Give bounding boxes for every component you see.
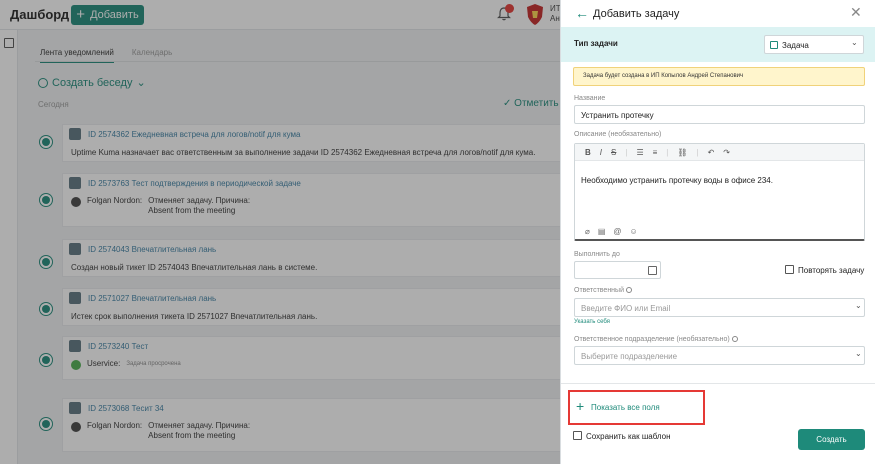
footer-divider xyxy=(561,383,875,384)
italic-icon[interactable]: I xyxy=(600,148,602,157)
due-date-label: Выполнить до xyxy=(574,251,620,258)
image-icon[interactable]: ▤ xyxy=(598,227,606,236)
task-type-label: Тип задачи xyxy=(574,39,618,48)
create-button[interactable]: Создать xyxy=(798,429,865,450)
toolbar-separator: | xyxy=(666,147,669,157)
task-type-select[interactable]: Задача ⌄ xyxy=(764,35,864,54)
help-icon[interactable] xyxy=(626,287,632,294)
undo-icon[interactable]: ↶ xyxy=(708,148,715,157)
responsible-field[interactable]: Введите ФИО или Email ⌄ xyxy=(574,298,865,317)
department-select[interactable]: Выберите подразделение ⌄ xyxy=(574,346,865,365)
org-notice: Задача будет создана в ИП Копылов Андрей… xyxy=(573,67,865,86)
save-template-label[interactable]: Сохранить как шаблон xyxy=(586,432,671,441)
add-task-panel: ← Добавить задачу ✕ Тип задачи Задача ⌄ … xyxy=(560,0,875,464)
chevron-down-icon: ⌄ xyxy=(855,301,862,310)
save-template-checkbox[interactable] xyxy=(573,431,582,440)
help-icon[interactable] xyxy=(731,336,738,343)
responsible-label: Ответственный xyxy=(574,287,624,294)
toolbar-separator: | xyxy=(625,147,628,157)
show-all-fields-button[interactable]: + Показать все поля xyxy=(568,390,705,425)
strikethrough-icon[interactable]: S xyxy=(611,148,616,157)
department-label: Ответственное подразделение (необязатель… xyxy=(574,336,730,343)
panel-header: ← Добавить задачу ✕ xyxy=(561,0,875,27)
due-date-field[interactable] xyxy=(574,261,661,279)
plus-icon: + xyxy=(576,398,585,414)
toolbar-separator: | xyxy=(696,147,699,157)
assign-self-link[interactable]: Указать себя xyxy=(574,319,610,325)
task-icon xyxy=(770,41,778,49)
org-notice-text: Задача будет создана в ИП Копылов Андрей… xyxy=(583,73,744,79)
calendar-icon[interactable] xyxy=(648,266,657,275)
task-type-row: Тип задачи Задача ⌄ xyxy=(561,27,875,62)
numbered-list-icon[interactable]: ≡ xyxy=(653,148,658,157)
repeat-task-label[interactable]: Повторять задачу xyxy=(798,266,864,275)
department-placeholder: Выберите подразделение xyxy=(581,352,678,361)
name-value: Устранить протечку xyxy=(581,111,654,120)
back-arrow-icon[interactable]: ← xyxy=(575,6,589,20)
emoji-icon[interactable]: ☺ xyxy=(630,227,638,236)
bold-icon[interactable]: B xyxy=(585,148,591,157)
repeat-task-checkbox[interactable] xyxy=(785,265,794,274)
task-type-value: Задача xyxy=(782,41,809,50)
editor-toolbar: B I S | ☰ ≡ | ⛓ | ↶ ↷ xyxy=(575,144,864,161)
close-icon[interactable]: ✕ xyxy=(850,5,862,19)
redo-icon[interactable]: ↷ xyxy=(723,148,730,157)
responsible-placeholder: Введите ФИО или Email xyxy=(581,304,671,313)
show-all-fields-label: Показать все поля xyxy=(591,403,660,412)
name-label: Название xyxy=(574,95,606,102)
panel-title: Добавить задачу xyxy=(593,8,680,20)
chevron-down-icon: ⌄ xyxy=(855,349,862,358)
description-editor[interactable]: B I S | ☰ ≡ | ⛓ | ↶ ↷ Необходимо устрани… xyxy=(574,143,865,241)
name-field[interactable]: Устранить протечку xyxy=(574,105,865,124)
link-icon[interactable]: ⛓ xyxy=(677,148,687,157)
description-value: Необходимо устранить протечку воды в офи… xyxy=(581,176,773,185)
mention-icon[interactable]: @ xyxy=(613,227,621,236)
department-label-row: Ответственное подразделение (необязатель… xyxy=(574,336,738,343)
description-label: Описание (необязательно) xyxy=(574,131,662,138)
bulleted-list-icon[interactable]: ☰ xyxy=(636,148,643,157)
attach-icon[interactable]: ⌀ xyxy=(585,227,590,236)
modal-overlay[interactable] xyxy=(0,0,560,464)
editor-attachments: ⌀ ▤ @ ☺ xyxy=(585,227,638,236)
chevron-down-icon: ⌄ xyxy=(851,38,858,47)
responsible-label-row: Ответственный xyxy=(574,287,632,294)
